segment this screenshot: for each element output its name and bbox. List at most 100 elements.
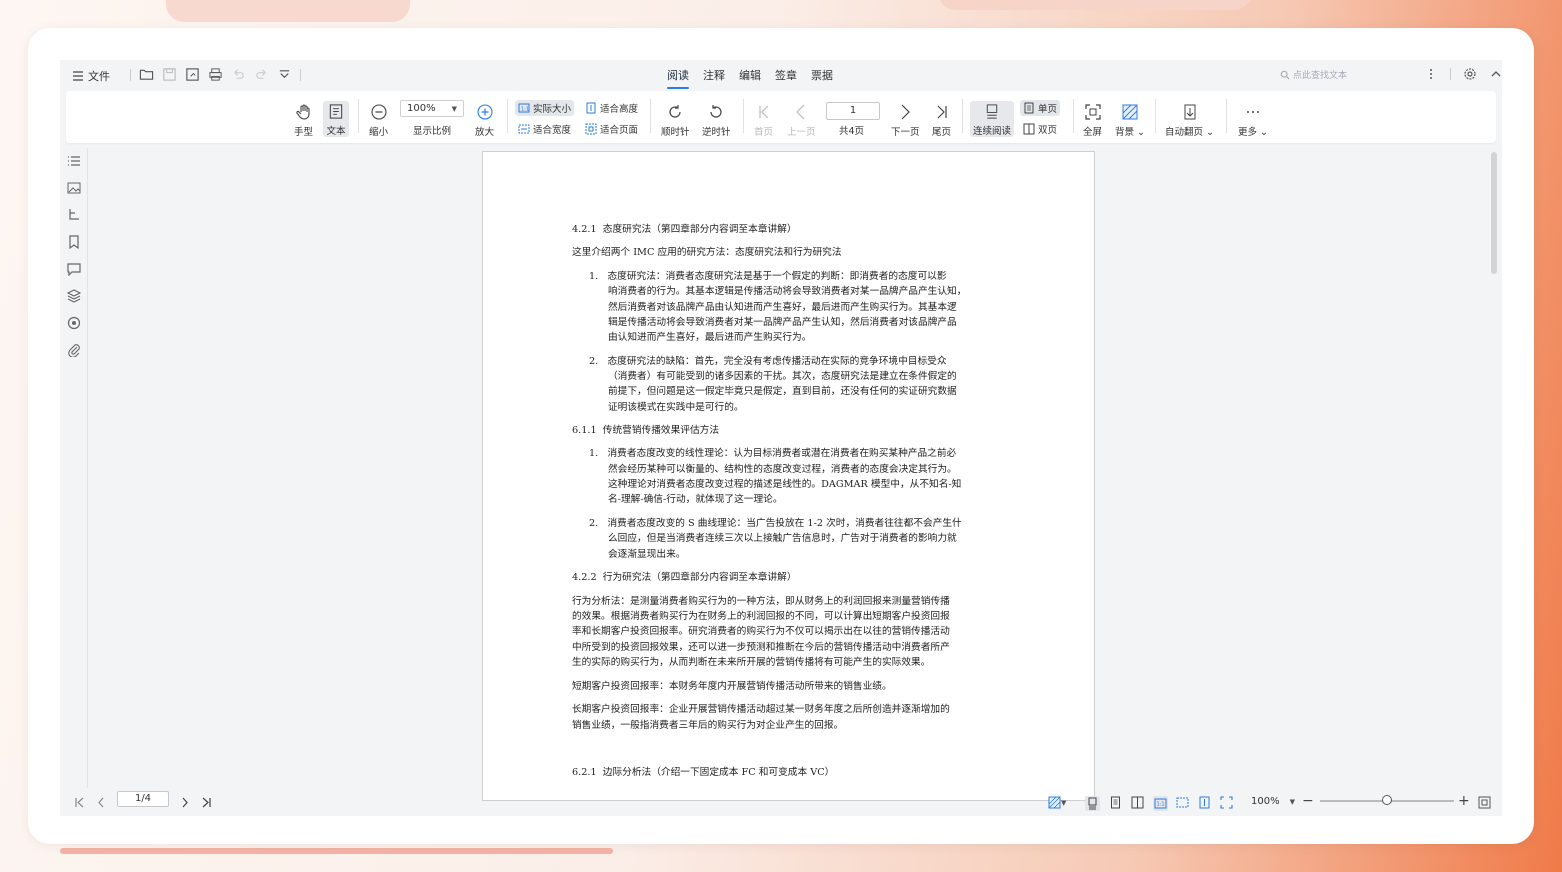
rotate-counterclockwise-button[interactable]: 逆时针 bbox=[702, 103, 731, 138]
tab-edit[interactable]: 编辑 bbox=[739, 67, 761, 87]
comment-icon[interactable] bbox=[67, 262, 81, 279]
document-text-line: 长期客户投资回报率：企业开展营销传播活动超过某一财务年度之后所创造并逐渐增加的 bbox=[572, 704, 950, 715]
first-page-button[interactable]: 首页 bbox=[754, 103, 773, 138]
tab-annotate[interactable]: 注释 bbox=[703, 67, 725, 87]
structure-tree-icon[interactable] bbox=[67, 208, 81, 225]
tab-read[interactable]: 阅读 bbox=[667, 67, 689, 89]
document-text-line: 2. 态度研究法的缺陷：首先，完全没有考虑传播活动在实际的竞争环境中目标受众 bbox=[589, 356, 947, 367]
next-page-button[interactable]: 下一页 bbox=[891, 103, 920, 138]
double-page-button[interactable]: 双页 bbox=[1020, 121, 1060, 137]
continuous-view-icon[interactable] bbox=[1085, 796, 1100, 811]
zoom-in-button[interactable]: 放大 bbox=[475, 103, 494, 138]
vertical-scrollbar[interactable] bbox=[1491, 152, 1497, 274]
search-placeholder: 点此查找文本 bbox=[1293, 71, 1348, 81]
zoom-in-label: 放大 bbox=[475, 127, 495, 138]
continuous-read-button[interactable]: 连续阅读 bbox=[970, 101, 1014, 137]
text-tool-button[interactable]: 文本 bbox=[323, 101, 349, 137]
divider bbox=[507, 99, 508, 133]
dropdown-icon[interactable] bbox=[277, 67, 292, 82]
search-box[interactable]: 点此查找文本 bbox=[1280, 68, 1347, 81]
zoom-value-select[interactable]: 100% ▼ bbox=[1251, 796, 1295, 807]
fit-page-icon bbox=[585, 123, 597, 135]
fit-width-button[interactable]: 适合宽度 bbox=[515, 121, 574, 137]
fullscreen-button[interactable]: 全屏 bbox=[1083, 103, 1102, 138]
background-label: 背景 ⌄ bbox=[1115, 127, 1145, 138]
document-text-line: 会逐渐显现出来。 bbox=[608, 549, 686, 560]
tab-sign[interactable]: 签章 bbox=[775, 67, 797, 87]
zoom-in-icon bbox=[476, 104, 493, 120]
fit-height-icon[interactable] bbox=[1198, 796, 1211, 809]
background-button[interactable]: 背景 ⌄ bbox=[1115, 103, 1145, 138]
more-button[interactable]: 更多 ⌄ bbox=[1238, 103, 1268, 138]
print-icon[interactable] bbox=[208, 67, 223, 82]
zoom-minus-icon[interactable]: − bbox=[1302, 793, 1314, 809]
fullscreen-icon bbox=[1084, 104, 1101, 120]
fit-screen-icon[interactable] bbox=[1478, 796, 1491, 809]
divider bbox=[1073, 99, 1074, 133]
save-as-icon[interactable] bbox=[185, 67, 200, 82]
last-page-button[interactable]: 尾页 bbox=[932, 103, 951, 138]
thumbnail-image-icon[interactable] bbox=[67, 181, 81, 198]
fit-width-icon[interactable] bbox=[1176, 796, 1189, 809]
file-menu-label: 文件 bbox=[88, 70, 110, 83]
zoom-out-label: 缩小 bbox=[369, 127, 389, 138]
chevron-left-icon bbox=[796, 104, 805, 120]
attachment-paperclip-icon[interactable] bbox=[67, 343, 81, 360]
hand-tool-label: 手型 bbox=[294, 127, 314, 138]
actual-size-icon[interactable]: 1:1 bbox=[1153, 796, 1168, 811]
document-text-line: 证明该模式在实践中是可行的。 bbox=[608, 402, 744, 413]
chevron-right-icon[interactable] bbox=[178, 796, 191, 809]
settings-gear-icon[interactable] bbox=[1463, 67, 1477, 81]
background-decoration bbox=[60, 848, 613, 854]
hand-tool-button[interactable]: 手型 bbox=[294, 103, 313, 138]
single-page-button[interactable]: 单页 bbox=[1020, 100, 1061, 116]
bookmark-icon[interactable] bbox=[67, 235, 81, 252]
page-indicator-input[interactable]: 1/4 bbox=[117, 791, 169, 807]
more-horizontal-icon bbox=[1247, 111, 1259, 113]
save-icon[interactable] bbox=[162, 67, 177, 82]
more-vertical-icon[interactable] bbox=[1424, 67, 1438, 81]
continuous-read-icon bbox=[986, 104, 998, 119]
zoom-out-button[interactable]: 缩小 bbox=[369, 103, 388, 138]
rotate-clockwise-button[interactable]: 顺时针 bbox=[661, 103, 690, 138]
actual-size-button[interactable]: 1:1 实际大小 bbox=[515, 100, 575, 116]
last-page-icon[interactable] bbox=[200, 796, 213, 809]
fit-page-button[interactable]: 适合页面 bbox=[582, 121, 641, 137]
double-page-view-icon[interactable] bbox=[1131, 796, 1144, 809]
signature-target-icon[interactable] bbox=[67, 316, 81, 333]
tab-invoice[interactable]: 票据 bbox=[811, 67, 833, 87]
svg-text:1:1: 1:1 bbox=[1157, 802, 1165, 808]
document-text-line: 生的实际的购买行为，从而判断在未来所开展的营销传播将有可能产生的实际效果。 bbox=[572, 657, 931, 668]
collapse-up-icon[interactable] bbox=[1489, 67, 1502, 81]
open-folder-icon[interactable] bbox=[139, 67, 154, 82]
rotate-clockwise-label: 顺时针 bbox=[661, 127, 690, 138]
fit-height-icon bbox=[586, 102, 596, 114]
last-page-icon bbox=[937, 105, 947, 119]
zoom-slider-knob[interactable] bbox=[1382, 795, 1392, 805]
fit-height-button[interactable]: 适合高度 bbox=[582, 100, 641, 116]
more-label: 更多 ⌄ bbox=[1238, 127, 1268, 138]
zoom-ratio-select[interactable]: 100% ▼ bbox=[400, 100, 464, 117]
fit-page-icon[interactable] bbox=[1220, 796, 1233, 809]
undo-icon[interactable] bbox=[231, 67, 246, 82]
zoom-ratio-value: 100% bbox=[407, 103, 436, 114]
previous-page-button[interactable]: 上一页 bbox=[787, 103, 816, 138]
layers-icon[interactable] bbox=[66, 289, 82, 306]
divider bbox=[1450, 68, 1451, 80]
redo-icon[interactable] bbox=[254, 67, 269, 82]
outline-list-icon[interactable] bbox=[67, 154, 81, 171]
chevron-left-icon[interactable] bbox=[95, 796, 108, 809]
text-tool-label: 文本 bbox=[326, 126, 346, 137]
background-pattern-icon[interactable]: ▼ bbox=[1048, 796, 1066, 809]
left-sidebar bbox=[60, 148, 88, 788]
file-menu[interactable]: 文件 bbox=[72, 68, 110, 84]
first-page-icon[interactable] bbox=[73, 796, 86, 809]
search-icon bbox=[1280, 70, 1290, 80]
auto-flip-button[interactable]: 自动翻页 ⌄ bbox=[1165, 103, 1214, 138]
document-text-line: 6.2.1 边际分析法（介绍一下固定成本 FC 和可变成本 VC） bbox=[572, 767, 835, 778]
document-text-line: 然后消费者对该品牌产品由认知进而产生喜好，最后进而产生购买行为。其基本逻 bbox=[608, 302, 957, 313]
single-page-view-icon[interactable] bbox=[1109, 796, 1122, 809]
page-number-input[interactable]: 1 bbox=[826, 102, 880, 120]
document-viewport[interactable]: 4.2.1 态度研究法（第四章部分内容调至本章讲解） 这里介绍两个 IMC 应用的… bbox=[89, 148, 1489, 801]
zoom-plus-icon[interactable]: + bbox=[1458, 793, 1470, 809]
